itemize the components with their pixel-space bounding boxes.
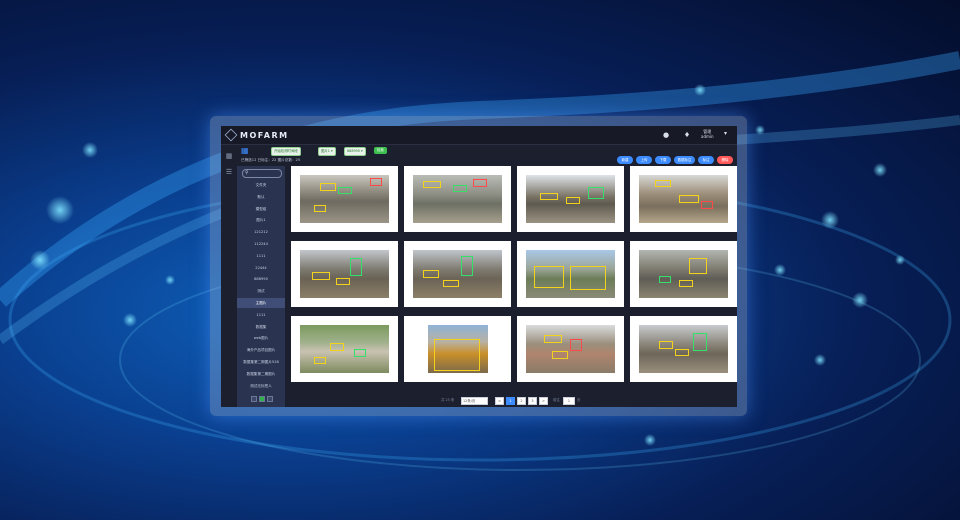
sidebar-item[interactable]: 主图片 xyxy=(237,298,285,308)
image-card[interactable] xyxy=(291,166,398,232)
user-icon[interactable]: ● xyxy=(661,130,671,140)
image-card[interactable] xyxy=(404,316,511,382)
image-thumbnail xyxy=(413,250,502,298)
sidebar-item[interactable]: 数据集第二期图片 xyxy=(237,369,285,379)
image-grid xyxy=(287,166,737,394)
image-card[interactable] xyxy=(404,241,511,307)
sidebar-item[interactable]: 22444 xyxy=(237,263,285,273)
folder-filter[interactable]: 图片1 ▾ xyxy=(318,147,336,156)
next-page-button[interactable]: > xyxy=(539,397,548,405)
sidebar-item[interactable]: 模型组 xyxy=(237,204,285,214)
page-button-2[interactable]: 2 xyxy=(517,397,526,405)
bell-icon[interactable]: ♦ xyxy=(682,130,692,140)
sidebar-pager xyxy=(251,396,273,402)
sidebar-pager-current[interactable] xyxy=(259,396,265,402)
sidebar-item[interactable]: 测试无标签人 xyxy=(237,381,285,391)
sidebar-item[interactable]: 数据集 xyxy=(237,322,285,332)
goto-page-input[interactable]: 1 xyxy=(563,397,575,405)
goto-suffix: 页 xyxy=(577,398,581,402)
upload-button[interactable]: 上传 xyxy=(636,156,652,164)
sidebar-item[interactable]: 数据集第二期图片528 xyxy=(237,357,285,367)
image-thumbnail xyxy=(300,175,389,223)
folder-sidebar: ⚲ 文件夹默认模型组 图片1 121212 112244 1111 22444 888990… xyxy=(237,166,285,407)
image-thumbnail xyxy=(526,250,615,298)
sidebar-item[interactable]: web图片 xyxy=(237,333,285,343)
image-card[interactable] xyxy=(291,316,398,382)
delete-button[interactable]: 删除 xyxy=(717,156,733,164)
user-info[interactable]: 管理 admin xyxy=(701,129,714,139)
page-size-select[interactable]: 12条/页 xyxy=(461,397,488,405)
sidebar-item[interactable]: 112244 xyxy=(237,239,285,249)
sidebar-pager-next[interactable] xyxy=(267,396,273,402)
logo-cube-icon xyxy=(224,128,238,142)
gallery-view-icon[interactable]: ▦ xyxy=(241,147,249,155)
sidebar-item[interactable]: 默认 xyxy=(237,192,285,202)
image-card[interactable] xyxy=(630,241,737,307)
image-thumbnail xyxy=(526,175,615,223)
user-role: admin xyxy=(701,134,714,139)
filter-summary: 已筛选12 已标注：22 图片总数：25 xyxy=(241,158,301,162)
dataset-filter[interactable]: 888990 ▾ xyxy=(344,147,366,156)
image-card[interactable] xyxy=(630,166,737,232)
page-button-3[interactable]: 3 xyxy=(528,397,537,405)
image-thumbnail xyxy=(300,250,389,298)
sidebar-item[interactable]: 海外产品项目图片 xyxy=(237,345,285,355)
page-button-1[interactable]: 1 xyxy=(506,397,515,405)
grid-icon[interactable]: ▦ xyxy=(224,151,234,161)
image-card[interactable] xyxy=(517,241,624,307)
pagination: 共 25 条 12条/页 < 1 2 3 > 前往 1 页 xyxy=(421,396,661,405)
toolbar: ▦ 开始检测时间段 图片1 ▾ 888990 ▾ 检索 已筛选12 已标注：22… xyxy=(237,145,737,166)
list-icon[interactable]: ☰ xyxy=(224,167,234,177)
sidebar-item[interactable]: 888990 xyxy=(237,274,285,284)
image-thumbnail xyxy=(639,175,728,223)
image-card[interactable] xyxy=(517,166,624,232)
goto-label: 前往 xyxy=(553,398,560,402)
sidebar-pager-prev[interactable] xyxy=(251,396,257,402)
image-thumbnail xyxy=(413,175,502,223)
logo-text: MOFARM xyxy=(240,130,289,140)
search-icon: ⚲ xyxy=(245,170,249,176)
sidebar-item[interactable]: 图片1 xyxy=(237,215,285,225)
image-thumbnail xyxy=(639,250,728,298)
app-logo: MOFARM xyxy=(224,128,289,142)
image-thumbnail xyxy=(428,325,488,373)
top-bar: MOFARM ● ♦ 管理 admin ▾ xyxy=(221,126,737,145)
app-window: MOFARM ● ♦ 管理 admin ▾ ▦ ☰ ▦ 开始检测时间段 图片1 … xyxy=(221,126,737,407)
image-card[interactable] xyxy=(404,166,511,232)
prev-page-button[interactable]: < xyxy=(495,397,504,405)
image-card[interactable] xyxy=(630,316,737,382)
new-button[interactable]: 新建 xyxy=(617,156,633,164)
sidebar-item[interactable]: 1111 xyxy=(237,310,285,320)
chevron-down-icon[interactable]: ▾ xyxy=(724,130,727,137)
sidebar-item[interactable]: 121212 xyxy=(237,227,285,237)
image-card[interactable] xyxy=(291,241,398,307)
annotate-data-button[interactable]: 数据标注 xyxy=(674,156,695,164)
sidebar-item[interactable]: 测试 xyxy=(237,286,285,296)
pagination-total: 共 25 条 xyxy=(441,398,455,402)
search-button[interactable]: 检索 xyxy=(374,147,387,154)
label-button[interactable]: 标注 xyxy=(698,156,714,164)
left-rail: ▦ ☰ xyxy=(221,145,237,407)
image-thumbnail xyxy=(526,325,615,373)
date-range-filter[interactable]: 开始检测时间段 xyxy=(271,147,301,156)
image-thumbnail xyxy=(300,325,389,373)
image-thumbnail xyxy=(639,325,728,373)
image-card[interactable] xyxy=(517,316,624,382)
folder-search-input[interactable]: ⚲ xyxy=(242,169,282,178)
download-button[interactable]: 下载 xyxy=(655,156,671,164)
sidebar-item[interactable]: 文件夹 xyxy=(237,180,285,190)
sidebar-item[interactable]: 1111 xyxy=(237,251,285,261)
